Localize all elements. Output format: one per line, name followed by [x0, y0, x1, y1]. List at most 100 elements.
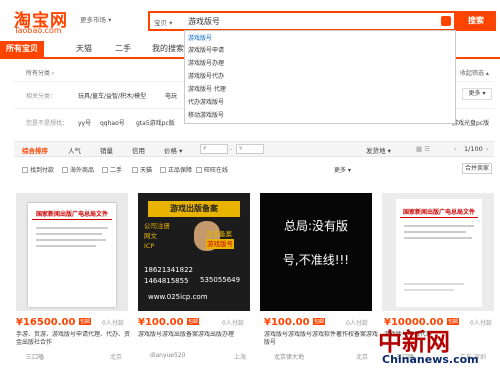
slogan-line: 号,不准线!!!: [282, 253, 350, 267]
document-photo: 国家新闻出版广电总局文件: [28, 203, 116, 307]
tab-tmall[interactable]: 天猫: [70, 41, 98, 57]
price-max-input[interactable]: ¥: [236, 144, 264, 154]
suggestion-item[interactable]: 移动游戏版号: [188, 110, 224, 119]
text-line: [36, 245, 96, 247]
sort-bar: 综合排序 人气 销量 信用 价格 ▾ ¥ - ¥ 发货地 ▾ ▦ ☰ ‹ 1/1…: [14, 141, 494, 157]
sort-price[interactable]: 价格 ▾: [164, 145, 182, 155]
did-you-mean-item[interactable]: 游戏光盘pc版: [452, 118, 489, 127]
document-heading: 国家新闻出版广电总局文件: [35, 211, 108, 218]
did-you-mean-item[interactable]: yy号: [78, 118, 91, 127]
suggestion-item[interactable]: 游戏版号申请: [188, 45, 224, 54]
shop-location: 上海: [234, 354, 247, 361]
tab-all-items[interactable]: 所有宝贝: [0, 41, 44, 57]
suggestion-item[interactable]: 游戏版号: [188, 33, 212, 42]
prev-page-icon[interactable]: ‹: [454, 145, 457, 153]
red-rule: [400, 217, 478, 218]
free-shipping-badge: 包邮: [313, 318, 326, 325]
tab-my-search[interactable]: 我的搜索: [148, 41, 188, 57]
filter-tmall[interactable]: 天猫: [132, 165, 152, 174]
text-line: [404, 231, 466, 233]
buyer-count: 0人付款: [102, 320, 124, 327]
product-image[interactable]: 总局:没有版 号,不准线!!!: [260, 193, 372, 311]
red-rule: [32, 219, 112, 220]
suggestion-item[interactable]: 游戏版号 代理: [188, 84, 226, 93]
buyer-count: 0人付款: [470, 320, 492, 327]
suggestion-item[interactable]: 游戏版号代办: [188, 71, 224, 80]
price-range-dash: -: [230, 145, 233, 153]
checkbox-icon: [62, 167, 68, 173]
filter-overseas[interactable]: 海外商品: [62, 165, 94, 174]
text-line: [36, 239, 106, 241]
search-button[interactable]: 搜索: [456, 11, 496, 31]
document-heading: 国家新闻出版广电总局文件: [402, 209, 475, 216]
related-category-item[interactable]: 电玩: [165, 91, 177, 100]
did-you-mean-label: 您是不是想找：: [26, 120, 69, 127]
related-category-item[interactable]: 玩具/童车/益智/积木/模型: [78, 91, 146, 100]
pager-indicator: 1/100: [464, 145, 483, 153]
merge-sellers-button[interactable]: 合并卖家: [462, 163, 492, 174]
checkbox-icon: [22, 167, 28, 173]
filter-genuine[interactable]: 正品保障: [160, 165, 192, 174]
product-title[interactable]: 游戏版号游戏版号游戏软件著作权备案游戏版号: [264, 331, 380, 347]
more-categories-button[interactable]: 更多 ▾: [462, 88, 492, 100]
product-title[interactable]: 游戏版号游戏出版备案游戏出版办理: [138, 331, 254, 347]
poster-qq: 535055649: [200, 276, 241, 284]
text-line: [404, 225, 474, 227]
filter-cod[interactable]: 找到付款: [22, 165, 54, 174]
ship-from-select[interactable]: 发货地 ▾: [366, 145, 391, 155]
chinanews-watermark-en: Chinanews.com: [382, 353, 479, 366]
document-photo: 国家新闻出版广电总局文件: [396, 199, 482, 307]
next-page-icon[interactable]: ›: [486, 145, 489, 153]
search-suggestions: 游戏版号 游戏版号申请 游戏版号办理 游戏版号代办 游戏版号 代理 代办游戏版号…: [184, 30, 456, 124]
free-shipping-badge: 包邮: [78, 318, 91, 325]
text-line: [36, 233, 102, 235]
checkbox-icon: [160, 167, 166, 173]
poster-url: www.025icp.com: [148, 293, 208, 301]
product-image[interactable]: 游戏出版备案 公司注册 网文 ICP 运营备案 游戏版号 18621341822 146…: [138, 193, 250, 311]
poster-list-right: 运营备案 游戏版号: [206, 230, 234, 249]
product-price: ¥100.00 包邮: [138, 317, 200, 328]
product-title[interactable]: 手游、页游、游戏版号申请代理、代办、资金出版社合作: [16, 331, 132, 347]
search-category-select[interactable]: 宝贝 ▾: [154, 17, 172, 27]
more-markets-button[interactable]: 更多市场 ▾: [80, 14, 111, 24]
tab-second-hand[interactable]: 二手: [110, 41, 136, 57]
shop-name[interactable]: 三口嗑: [26, 352, 44, 361]
filter-wangwang-online[interactable]: 旺旺在线: [196, 165, 228, 174]
sort-credit[interactable]: 信用: [132, 145, 145, 155]
shop-name[interactable]: 北京律大地: [274, 352, 304, 361]
sort-sales[interactable]: 销量: [100, 145, 113, 155]
shop-location: 北京: [356, 354, 369, 361]
collapse-filters-button[interactable]: 收起筛选 ▴: [460, 68, 489, 77]
more-filters-button[interactable]: 更多 ▾: [334, 165, 351, 174]
did-you-mean-item[interactable]: qqhao号: [100, 118, 125, 127]
slogan-line: 总局:没有版: [283, 219, 349, 233]
sort-popularity[interactable]: 人气: [68, 145, 81, 155]
text-line: [404, 283, 464, 285]
suggestion-item[interactable]: 游戏版号办理: [188, 58, 224, 67]
text-line: [36, 227, 108, 229]
buyer-count: 0人付款: [346, 320, 368, 327]
taobao-logo-sub: Taobao.com: [14, 26, 62, 35]
poster-phones: 18621341822 1464815855: [144, 266, 193, 285]
buyer-count: 0人付款: [222, 320, 244, 327]
product-image[interactable]: 国家新闻出版广电总局文件: [382, 193, 494, 311]
layout-toggle-icon[interactable]: ▦ ☰: [416, 145, 430, 153]
checkbox-icon: [102, 167, 108, 173]
filter-second-hand[interactable]: 二手: [102, 165, 122, 174]
search-box[interactable]: 宝贝 ▾ 游戏版号: [148, 11, 456, 31]
chinanews-watermark: 中新网: [378, 327, 450, 356]
product-image[interactable]: 国家新闻出版广电总局文件: [16, 193, 128, 311]
checkbox-icon: [196, 167, 202, 173]
all-categories-link[interactable]: 所有分类 ›: [26, 68, 54, 77]
suggestion-item[interactable]: 代办游戏版号: [188, 97, 224, 106]
poster-title: 游戏出版备案: [148, 201, 240, 217]
product-price: ¥16500.00 包邮: [16, 317, 91, 328]
text-line: [404, 289, 454, 291]
product-price: ¥100.00 包邮: [264, 317, 326, 328]
did-you-mean-item[interactable]: gta5游戏pc版: [136, 118, 175, 127]
price-min-input[interactable]: ¥: [200, 144, 228, 154]
camera-icon[interactable]: [441, 16, 451, 26]
search-input[interactable]: 游戏版号: [188, 16, 220, 27]
shop-name[interactable]: dianyue520: [150, 352, 185, 359]
sort-default[interactable]: 综合排序: [22, 145, 48, 155]
